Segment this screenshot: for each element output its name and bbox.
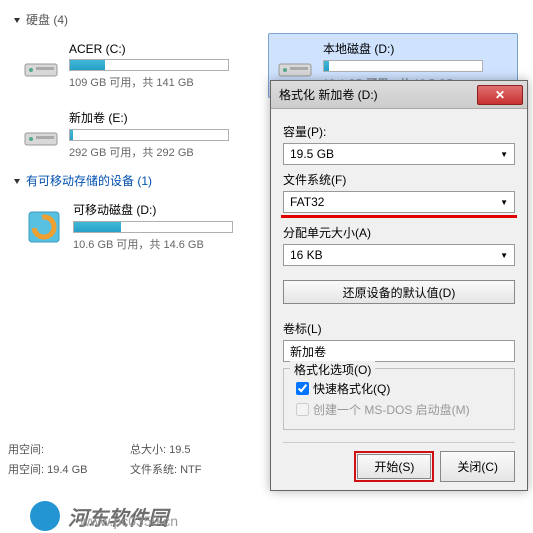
chevron-down-icon: ▼ bbox=[500, 150, 508, 159]
removable-section-label: 有可移动存储的设备 (1) bbox=[26, 172, 152, 189]
removable-drive-icon bbox=[23, 206, 65, 248]
drive-icon bbox=[277, 52, 313, 80]
capacity-label: 容量(P): bbox=[283, 123, 515, 140]
watermark-url: www.pc0359.cn bbox=[80, 513, 178, 529]
capacity-select[interactable]: 19.5 GB ▼ bbox=[283, 143, 515, 165]
restore-defaults-button[interactable]: 还原设备的默认值(D) bbox=[283, 280, 515, 304]
dos-disk-label: 创建一个 MS-DOS 启动盘(M) bbox=[313, 401, 470, 418]
volume-label-text: 卷标(L) bbox=[283, 320, 515, 337]
quick-format-checkbox[interactable] bbox=[296, 382, 309, 395]
removable-drive-card[interactable]: 可移动磁盘 (D:) 10.6 GB 可用，共 14.6 GB bbox=[14, 194, 264, 259]
disk-section-header[interactable]: 硬盘 (4) bbox=[12, 8, 521, 31]
dialog-title: 格式化 新加卷 (D:) bbox=[279, 86, 477, 103]
drive-name: ACER (C:) bbox=[69, 42, 255, 56]
capacity-bar bbox=[69, 129, 229, 141]
status-free: 用空间: 19.4 GB bbox=[8, 459, 130, 479]
filesystem-label: 文件系统(F) bbox=[283, 171, 515, 188]
drive-card[interactable]: 新加卷 (E:) 292 GB 可用，共 292 GB bbox=[14, 102, 264, 167]
drive-name: 本地磁盘 (D:) bbox=[323, 40, 509, 57]
options-legend: 格式化选项(O) bbox=[290, 361, 375, 378]
status-total: 总大小: 19.5 bbox=[130, 439, 252, 459]
drive-detail: 292 GB 可用，共 292 GB bbox=[69, 144, 255, 160]
drive-card[interactable]: ACER (C:) 109 GB 可用，共 141 GB bbox=[14, 33, 264, 98]
filesystem-select[interactable]: FAT32 ▼ bbox=[283, 191, 515, 213]
dialog-titlebar[interactable]: 格式化 新加卷 (D:) ✕ bbox=[271, 81, 527, 109]
highlight-underline bbox=[281, 215, 518, 218]
chevron-down-icon: ▼ bbox=[500, 251, 508, 260]
capacity-bar bbox=[69, 59, 229, 71]
drive-icon bbox=[23, 121, 59, 149]
format-options-group: 格式化选项(O) 快速格式化(Q) 创建一个 MS-DOS 启动盘(M) bbox=[283, 368, 515, 430]
allocation-select[interactable]: 16 KB ▼ bbox=[283, 244, 515, 266]
start-button[interactable]: 开始(S) bbox=[357, 454, 431, 479]
drive-icon bbox=[23, 52, 59, 80]
close-button[interactable]: 关闭(C) bbox=[440, 451, 515, 482]
watermark-logo-icon bbox=[30, 501, 60, 531]
start-button-highlight: 开始(S) bbox=[354, 451, 434, 482]
close-icon[interactable]: ✕ bbox=[477, 85, 523, 105]
capacity-bar bbox=[73, 221, 233, 233]
dos-disk-checkbox bbox=[296, 403, 309, 416]
capacity-bar bbox=[323, 60, 483, 72]
drive-name: 新加卷 (E:) bbox=[69, 109, 255, 126]
status-bar: 用空间: 总大小: 19.5 用空间: 19.4 GB 文件系统: NTF bbox=[0, 435, 260, 483]
drive-detail: 109 GB 可用，共 141 GB bbox=[69, 74, 255, 90]
format-dialog: 格式化 新加卷 (D:) ✕ 容量(P): 19.5 GB ▼ 文件系统(F) … bbox=[270, 80, 528, 491]
quick-format-label: 快速格式化(Q) bbox=[313, 380, 390, 397]
volume-label-input[interactable] bbox=[283, 340, 515, 362]
status-filesystem: 文件系统: NTF bbox=[130, 459, 252, 479]
chevron-down-icon: ▼ bbox=[500, 198, 508, 207]
status-used-label: 用空间: bbox=[8, 439, 130, 459]
drive-name: 可移动磁盘 (D:) bbox=[73, 201, 255, 218]
disk-section-label: 硬盘 (4) bbox=[26, 11, 68, 28]
allocation-label: 分配单元大小(A) bbox=[283, 224, 515, 241]
dialog-actions: 开始(S) 关闭(C) bbox=[283, 442, 515, 482]
drive-detail: 10.6 GB 可用，共 14.6 GB bbox=[73, 236, 255, 252]
